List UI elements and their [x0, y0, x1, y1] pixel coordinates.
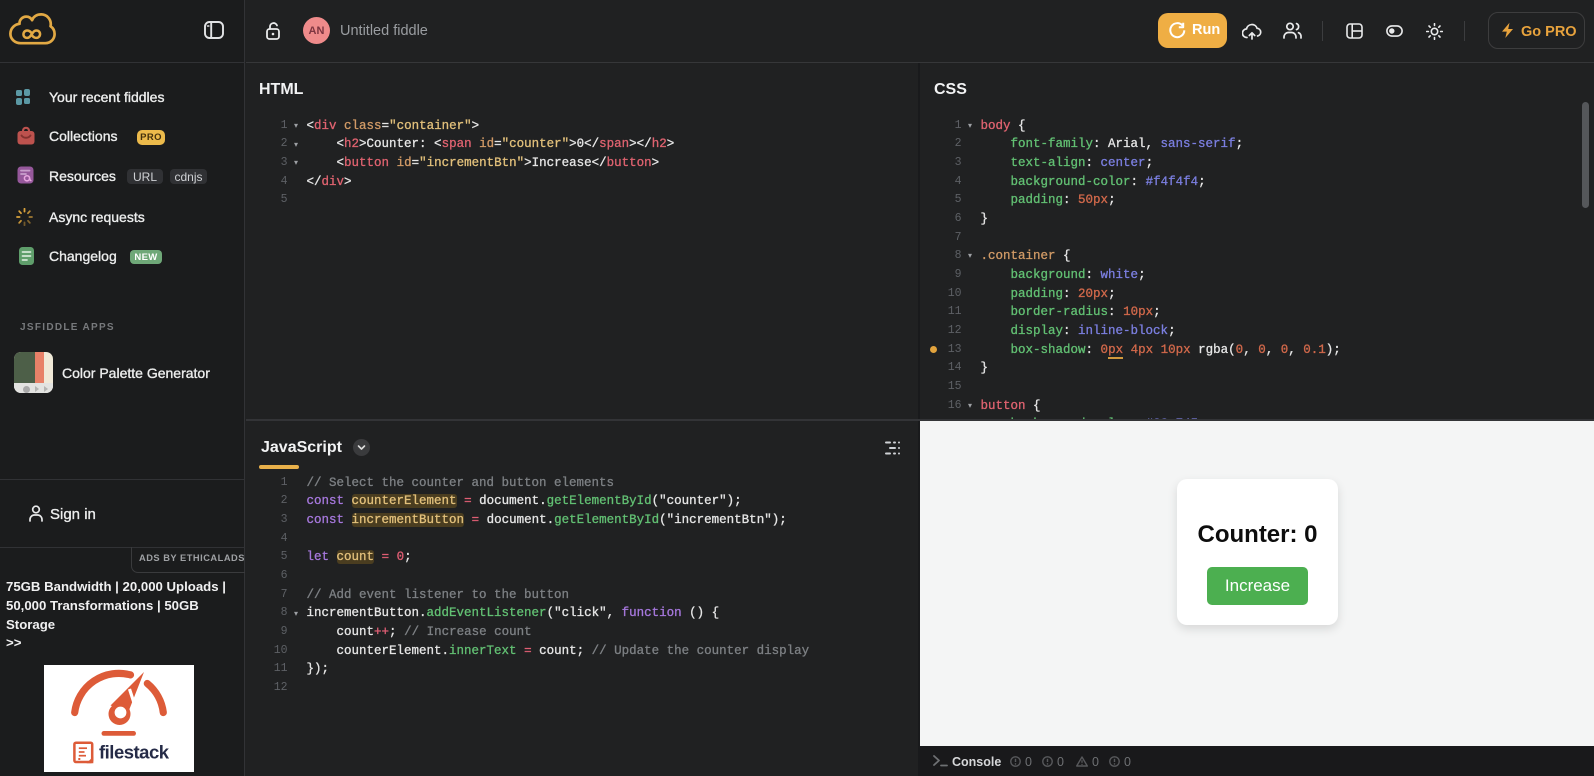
svg-text:filestack: filestack — [99, 742, 170, 763]
